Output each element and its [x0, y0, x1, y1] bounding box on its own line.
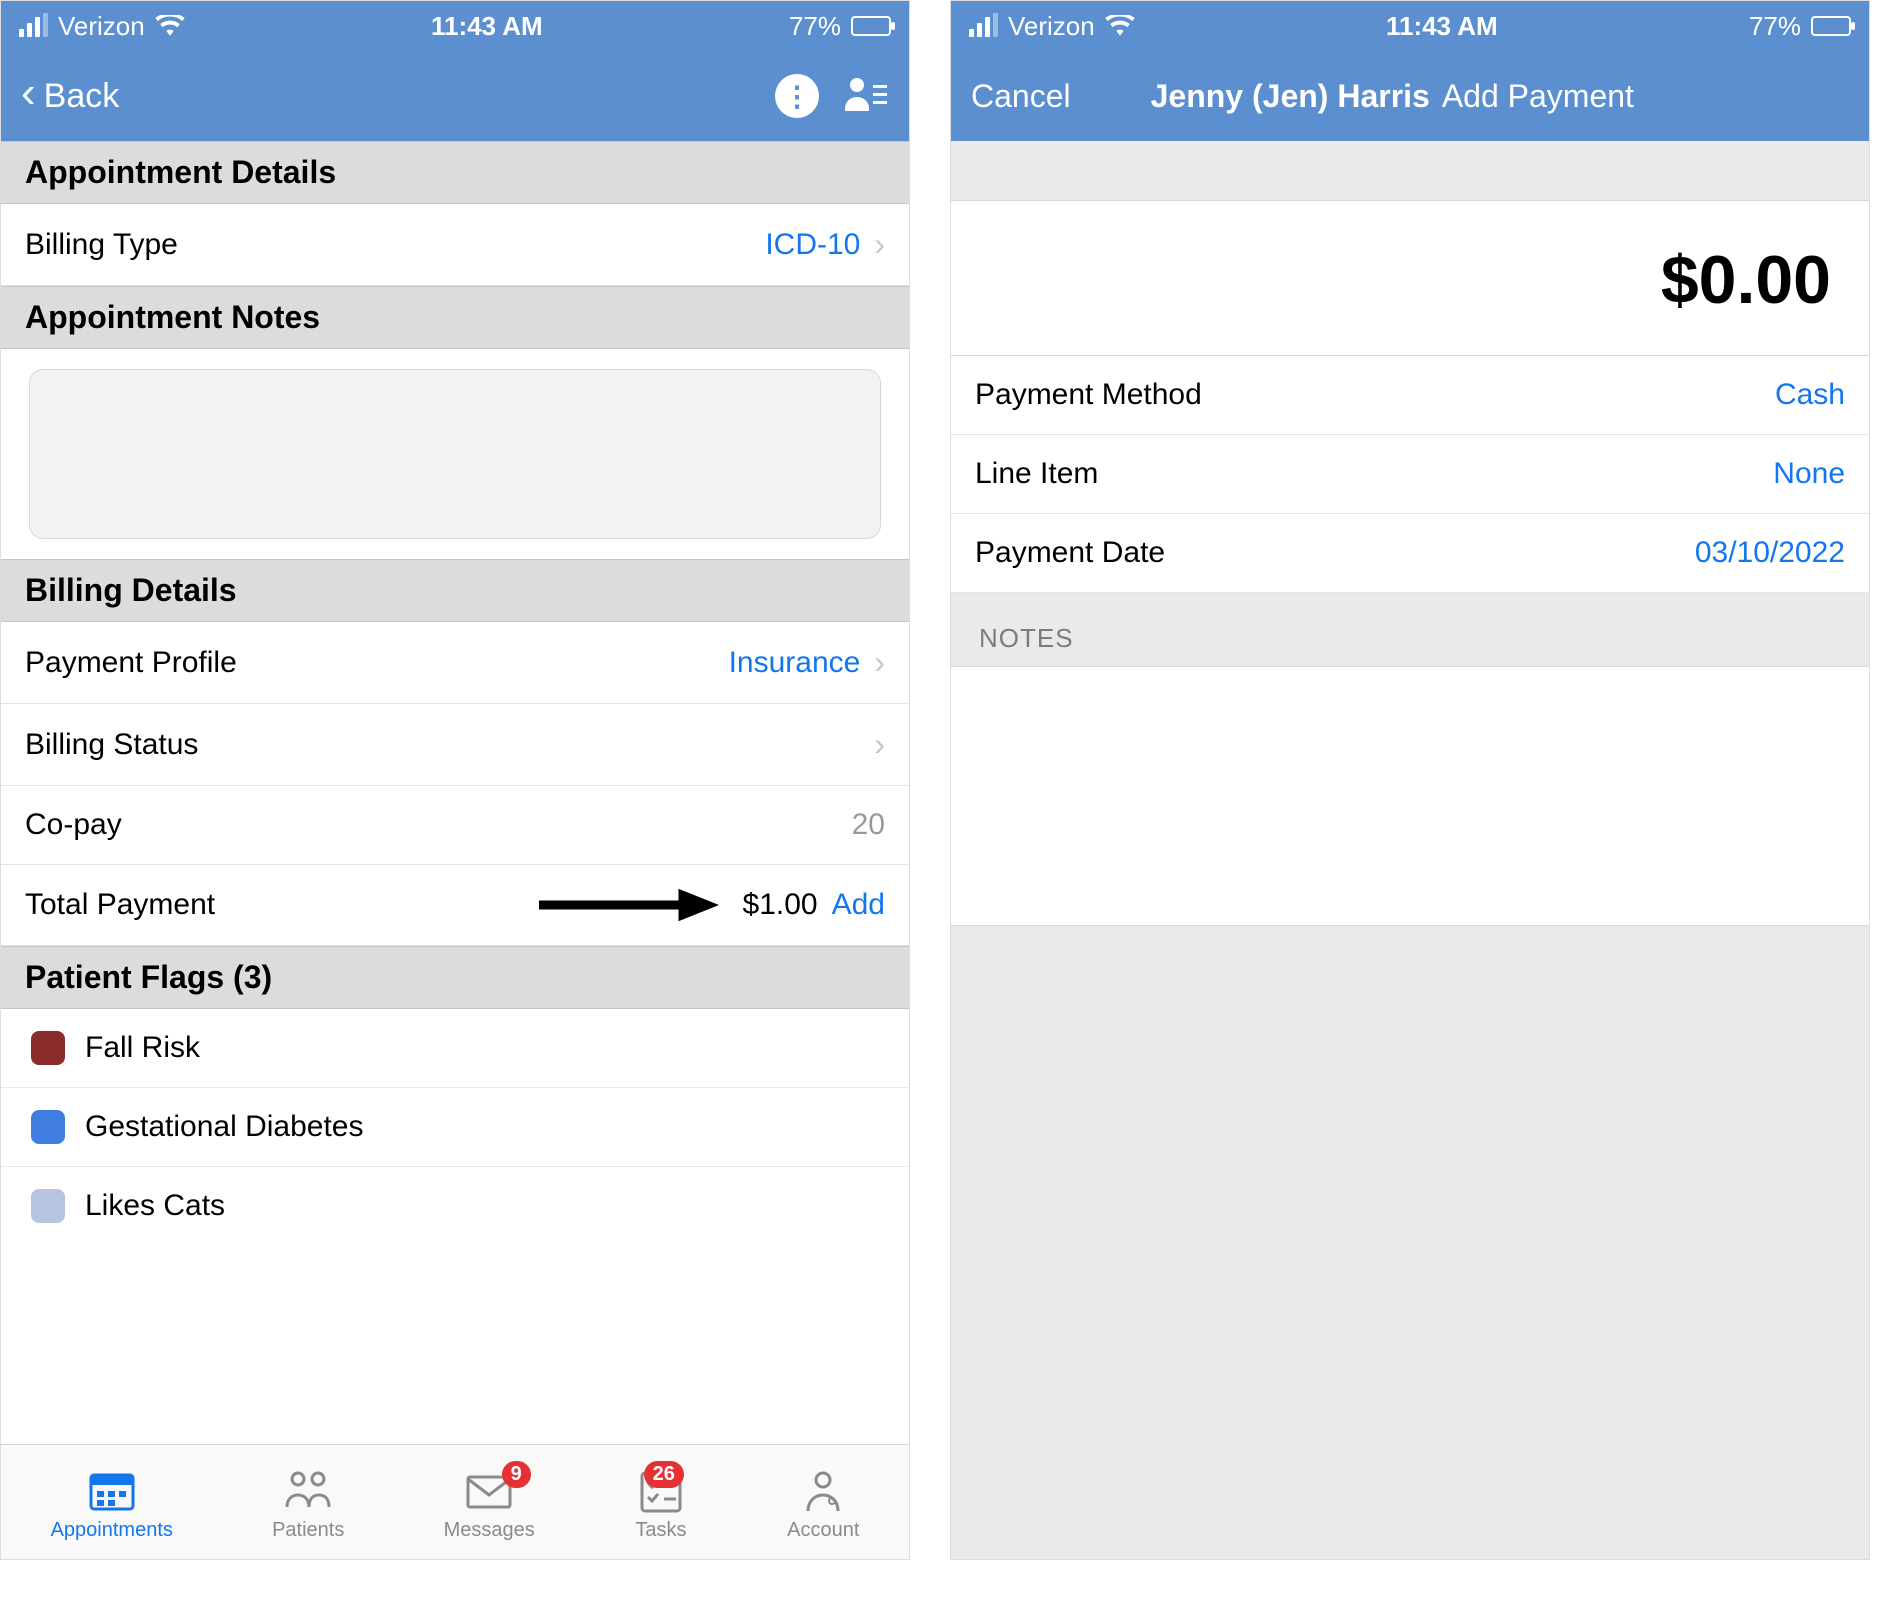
- messages-badge: 9: [502, 1461, 531, 1488]
- clock: 11:43 AM: [431, 11, 543, 42]
- calendar-icon: [85, 1467, 139, 1515]
- tab-label: Tasks: [635, 1519, 686, 1542]
- page-title: Jenny (Jen) Harris Add Payment: [1151, 78, 1634, 115]
- more-button[interactable]: ⋮: [775, 74, 819, 118]
- row-total-payment: Total Payment $1.00 Add: [1, 865, 909, 946]
- section-appointment-notes: Appointment Notes: [1, 286, 909, 349]
- right-content: $0.00 Payment Method Cash Line Item None…: [951, 141, 1869, 1559]
- wifi-icon: [1105, 15, 1135, 37]
- arrow-annotation-icon: [529, 887, 729, 923]
- wifi-icon: [155, 15, 185, 37]
- row-payment-method[interactable]: Payment Method Cash: [951, 356, 1869, 435]
- tab-label: Patients: [272, 1519, 344, 1542]
- value-payment-date: 03/10/2022: [1695, 536, 1845, 570]
- label-billing-status: Billing Status: [25, 728, 198, 762]
- flag-swatch: [31, 1110, 65, 1144]
- flag-swatch: [31, 1189, 65, 1223]
- left-screen: Verizon 11:43 AM 77% ‹ Back ⋮: [0, 0, 910, 1560]
- row-payment-date[interactable]: Payment Date 03/10/2022: [951, 514, 1869, 593]
- tab-account[interactable]: Account: [787, 1467, 859, 1542]
- label-copay: Co-pay: [25, 808, 122, 842]
- more-vertical-icon: ⋮: [783, 80, 811, 113]
- row-payment-profile[interactable]: Payment Profile Insurance ›: [1, 622, 909, 704]
- chevron-right-icon: ›: [874, 226, 885, 263]
- value-payment-method: Cash: [1775, 378, 1845, 412]
- flag-row[interactable]: Likes Cats: [1, 1167, 909, 1245]
- value-line-item: None: [1773, 457, 1845, 491]
- signal-icon: [969, 15, 998, 37]
- label-billing-type: Billing Type: [25, 228, 178, 262]
- battery-pct: 77%: [1749, 11, 1801, 42]
- chevron-right-icon: ›: [874, 644, 885, 681]
- row-billing-type[interactable]: Billing Type ICD-10 ›: [1, 204, 909, 286]
- flag-row[interactable]: Fall Risk: [1, 1009, 909, 1088]
- row-billing-status[interactable]: Billing Status ›: [1, 704, 909, 786]
- tab-appointments[interactable]: Appointments: [51, 1467, 173, 1542]
- spacer: [951, 141, 1869, 201]
- tab-tasks[interactable]: 26 Tasks: [634, 1467, 688, 1542]
- section-patient-flags: Patient Flags (3): [1, 946, 909, 1009]
- label-payment-profile: Payment Profile: [25, 646, 237, 680]
- flag-row[interactable]: Gestational Diabetes: [1, 1088, 909, 1167]
- section-billing-details: Billing Details: [1, 559, 909, 622]
- tab-label: Appointments: [51, 1519, 173, 1542]
- battery-icon: [1811, 16, 1851, 36]
- patient-name: Jenny (Jen) Harris: [1151, 78, 1430, 115]
- flag-label: Gestational Diabetes: [85, 1110, 364, 1144]
- navbar: Cancel Jenny (Jen) Harris Add Payment: [951, 51, 1869, 141]
- left-content: Appointment Details Billing Type ICD-10 …: [1, 141, 909, 1444]
- label-payment-method: Payment Method: [975, 378, 1202, 412]
- section-appointment-details: Appointment Details: [1, 141, 909, 204]
- tab-label: Messages: [444, 1519, 535, 1542]
- tab-patients[interactable]: Patients: [272, 1467, 344, 1542]
- label-line-item: Line Item: [975, 457, 1098, 491]
- battery-pct: 77%: [789, 11, 841, 42]
- clock: 11:43 AM: [1386, 11, 1498, 42]
- back-label: Back: [44, 77, 120, 116]
- flag-label: Fall Risk: [85, 1031, 200, 1065]
- right-screen: Verizon 11:43 AM 77% Cancel Jenny (Jen) …: [950, 0, 1870, 1560]
- value-copay: 20: [852, 808, 885, 842]
- value-billing-type: ICD-10: [765, 228, 860, 262]
- appointment-notes-input[interactable]: [29, 369, 881, 539]
- back-button[interactable]: ‹ Back: [21, 77, 119, 116]
- value-total-payment: $1.00: [743, 888, 818, 922]
- section-notes: NOTES: [951, 593, 1869, 666]
- spacer: [951, 926, 1869, 1559]
- tab-label: Account: [787, 1519, 859, 1542]
- chevron-left-icon: ‹: [21, 71, 36, 115]
- doctor-icon: [796, 1467, 850, 1515]
- battery-icon: [851, 16, 891, 36]
- notes-input[interactable]: [951, 666, 1869, 926]
- signal-icon: [19, 15, 48, 37]
- cancel-button[interactable]: Cancel: [971, 78, 1071, 115]
- person-list-icon: [843, 73, 889, 119]
- tasks-badge: 26: [644, 1461, 684, 1488]
- carrier-label: Verizon: [58, 11, 145, 42]
- patient-list-button[interactable]: [843, 73, 889, 119]
- page-subtitle: Add Payment: [1442, 78, 1634, 115]
- value-payment-profile: Insurance: [729, 646, 861, 680]
- flag-swatch: [31, 1031, 65, 1065]
- people-icon: [281, 1467, 335, 1515]
- statusbar: Verizon 11:43 AM 77%: [1, 1, 909, 51]
- row-copay[interactable]: Co-pay 20: [1, 786, 909, 865]
- chevron-right-icon: ›: [874, 726, 885, 763]
- label-payment-date: Payment Date: [975, 536, 1165, 570]
- tab-messages[interactable]: 9 Messages: [444, 1467, 535, 1542]
- statusbar: Verizon 11:43 AM 77%: [951, 1, 1869, 51]
- label-total-payment: Total Payment: [25, 888, 215, 922]
- carrier-label: Verizon: [1008, 11, 1095, 42]
- row-line-item[interactable]: Line Item None: [951, 435, 1869, 514]
- payment-amount[interactable]: $0.00: [951, 201, 1869, 356]
- tabbar: Appointments Patients 9 Messages 26 Task…: [1, 1444, 909, 1559]
- flag-label: Likes Cats: [85, 1189, 225, 1223]
- add-payment-link[interactable]: Add: [832, 888, 885, 922]
- navbar: ‹ Back ⋮: [1, 51, 909, 141]
